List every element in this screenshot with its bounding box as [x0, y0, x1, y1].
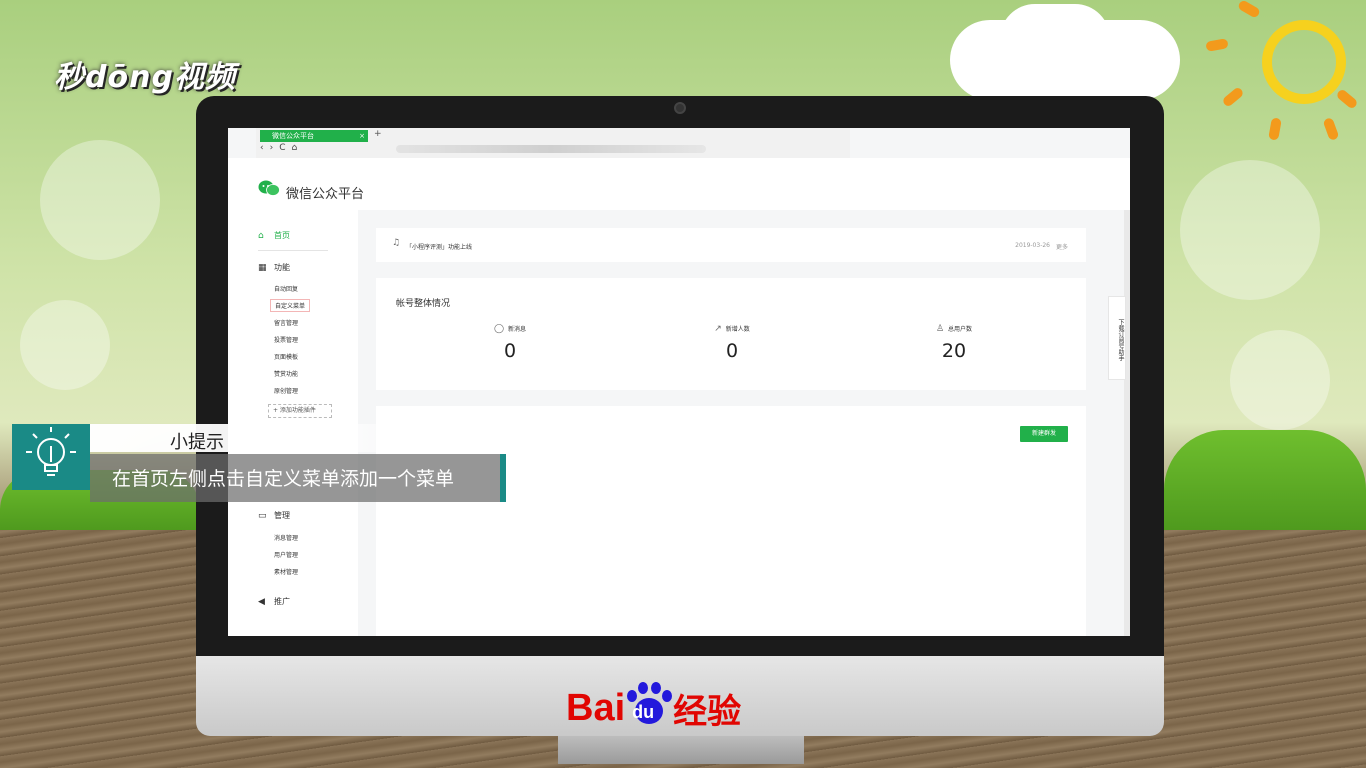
monitor-stand	[558, 736, 804, 764]
paw-toe	[662, 690, 673, 702]
sidebar-section-management[interactable]: ▭ 管理	[258, 510, 290, 521]
account-overview: 帐号整体情况 ◯ 新消息 0 ↗ 新增人数 0 ♙ 总用户数 20	[376, 278, 1086, 390]
platform-title: 微信公众平台	[286, 187, 365, 202]
sidebar-item-custom-menu[interactable]: 自定义菜单	[270, 299, 311, 312]
chat-bubble-icon: ◯	[493, 324, 505, 334]
notice-date: 2019-03-26	[1015, 242, 1050, 249]
jingyan-word: 经验	[673, 691, 742, 732]
cloud	[1000, 4, 1110, 74]
paw-toe	[627, 690, 638, 702]
sidebar-item-votes[interactable]: 投票管理	[274, 335, 298, 344]
stat-new-messages[interactable]: ◯ 新消息 0	[450, 324, 570, 362]
add-plugin-button[interactable]: + 添加功能插件	[268, 404, 332, 418]
sun-ray	[1236, 0, 1262, 19]
sidebar-item-page-templates[interactable]: 页面模板	[274, 352, 298, 361]
sun-icon	[1262, 20, 1346, 104]
sidebar-item-auto-reply[interactable]: 自动回复	[274, 284, 298, 293]
user-icon: ♙	[935, 324, 945, 334]
scrollbar[interactable]	[1124, 210, 1130, 636]
megaphone-icon: ◀	[258, 596, 265, 607]
wechat-logo-icon	[258, 180, 280, 196]
tab-close-icon[interactable]: ×	[359, 130, 365, 142]
sidebar-section-promotion[interactable]: ◀ 推广	[258, 596, 290, 607]
grass	[1164, 430, 1366, 530]
baidu-paw-icon: du	[625, 682, 673, 728]
sidebar-section-label: 推广	[274, 597, 290, 606]
video-brand-logo: 秒dōng视频	[54, 60, 236, 95]
tip-title-bar	[90, 424, 424, 452]
reload-icon[interactable]: C	[279, 143, 285, 155]
grid-icon: ▦	[258, 262, 267, 273]
monitor-icon: ▭	[258, 510, 267, 521]
baidu-word: Bai	[566, 686, 626, 729]
sidebar-item-users[interactable]: 用户管理	[274, 550, 298, 559]
home-icon[interactable]: ⌂	[292, 143, 298, 155]
notice-text[interactable]: 「小程序评测」功能上线	[406, 242, 472, 251]
baidu-jingyan-logo: Bai du 经验	[566, 682, 741, 732]
browser-tab[interactable]: 微信公众平台 ×	[260, 130, 368, 142]
sidebar-item-home[interactable]: ⌂ 首页	[258, 230, 290, 241]
sun-ray	[1221, 86, 1245, 108]
broadcast-panel: 新建群发	[376, 406, 1086, 636]
bokeh-light	[1180, 160, 1320, 300]
sidebar: ⌂ 首页 ▦ 功能 自动回复 自定义菜单 留言管理 投票管理 页面模板 赞赏功能…	[228, 210, 358, 636]
stat-label: 新消息	[508, 326, 527, 333]
tip-icon-box	[12, 424, 90, 490]
sidebar-section-label: 功能	[274, 263, 290, 272]
new-tab-icon[interactable]: +	[374, 129, 382, 139]
monitor: 微信公众平台 × + ‹ › C ⌂ 微信公众平台 ⌂ 首页 ▦ 功能 自动回复…	[196, 96, 1164, 764]
notice-bar: ♫ 「小程序评测」功能上线 2019-03-26 更多	[376, 228, 1086, 262]
bokeh-light	[40, 140, 160, 260]
stat-total-users[interactable]: ♙ 总用户数 20	[894, 324, 1014, 362]
bell-icon: ♫	[392, 238, 401, 248]
sidebar-item-label: 首页	[274, 231, 290, 240]
sidebar-section-label: 管理	[274, 511, 290, 520]
lightbulb-icon	[26, 427, 76, 476]
sidebar-item-original[interactable]: 原创管理	[274, 386, 298, 395]
bokeh-light	[20, 300, 110, 390]
home-icon: ⌂	[258, 230, 264, 241]
notice-more-link[interactable]: 更多	[1056, 242, 1068, 251]
paw-toe	[651, 682, 662, 694]
tip-accent	[500, 454, 506, 502]
screen: 微信公众平台 × + ‹ › C ⌂ 微信公众平台 ⌂ 首页 ▦ 功能 自动回复…	[228, 128, 1130, 636]
stat-label: 新增人数	[725, 326, 750, 333]
sun-ray	[1322, 116, 1340, 142]
stat-value: 20	[941, 340, 967, 362]
tip-text: 在首页左侧点击自定义菜单添加一个菜单	[112, 468, 455, 490]
browser-toolbar: 微信公众平台 × + ‹ › C ⌂	[256, 128, 850, 158]
new-broadcast-button[interactable]: 新建群发	[1020, 426, 1068, 442]
sidebar-section-features[interactable]: ▦ 功能	[258, 262, 290, 273]
paw-toe	[638, 682, 649, 694]
stat-value: 0	[503, 340, 517, 362]
sidebar-item-materials[interactable]: 素材管理	[274, 567, 298, 576]
sun-ray	[1205, 38, 1229, 52]
back-icon[interactable]: ‹	[260, 143, 264, 155]
tip-title: 小提示	[170, 432, 224, 453]
sun-ray	[1268, 117, 1282, 141]
address-bar[interactable]	[396, 145, 706, 153]
section-title: 帐号整体情况	[396, 299, 451, 309]
subscription-helper-tab[interactable]: 下载订阅号助手	[1108, 296, 1126, 380]
nav-buttons: ‹ › C ⌂	[260, 143, 297, 155]
stat-label: 总用户数	[948, 326, 973, 333]
tab-title: 微信公众平台	[272, 132, 314, 140]
baidu-du-text: du	[632, 702, 655, 722]
sidebar-item-rewards[interactable]: 赞赏功能	[274, 369, 298, 378]
trend-up-icon: ↗	[714, 324, 722, 334]
sidebar-item-comments[interactable]: 留言管理	[274, 318, 298, 327]
sidebar-item-messages[interactable]: 消息管理	[274, 533, 298, 542]
bokeh-light	[1230, 330, 1330, 430]
stat-new-followers[interactable]: ↗ 新增人数 0	[672, 324, 792, 362]
camera-icon	[674, 102, 686, 114]
forward-icon[interactable]: ›	[270, 143, 274, 155]
sun-ray	[1335, 88, 1359, 110]
divider	[258, 250, 328, 251]
stat-value: 0	[725, 340, 739, 362]
